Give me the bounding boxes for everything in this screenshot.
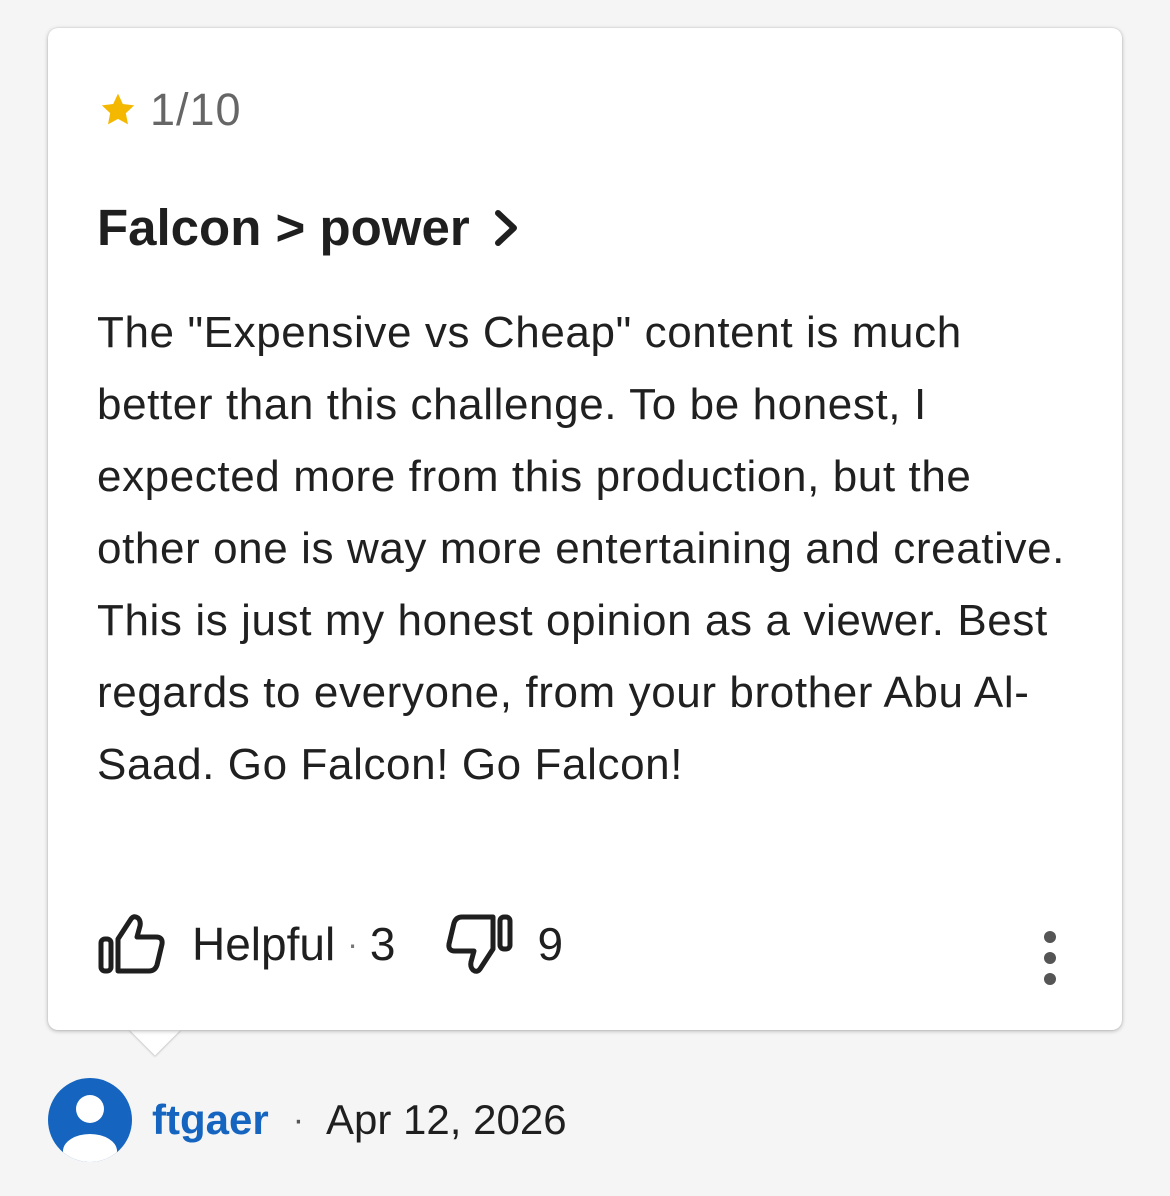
- not-helpful-count: 9: [537, 918, 564, 970]
- not-helpful-button[interactable]: 9: [445, 913, 563, 975]
- meta-separator: ·: [292, 1101, 305, 1139]
- rating: 1/10: [98, 86, 242, 134]
- author-username[interactable]: ftgaer: [152, 1078, 269, 1162]
- review-actions: Helpful · 3 9: [98, 914, 563, 974]
- more-vert-icon: [1044, 931, 1056, 985]
- review-title-link[interactable]: Falcon > power: [97, 198, 522, 258]
- thumbs-up-icon[interactable]: [98, 913, 166, 975]
- review-date: Apr 12, 2026: [326, 1096, 567, 1143]
- rating-value: 1/10: [150, 84, 242, 135]
- star-icon: [101, 93, 135, 125]
- review-title: Falcon > power: [97, 199, 470, 256]
- chevron-right-icon: [494, 210, 517, 246]
- helpful-count: 3: [369, 918, 396, 970]
- review-card: 1/10 Falcon > power The "Expensive vs Ch…: [48, 28, 1122, 1030]
- review-body: The "Expensive vs Cheap" content is much…: [97, 308, 1065, 789]
- helpful-label: Helpful: [192, 918, 336, 970]
- avatar-person-icon[interactable]: [48, 1078, 132, 1162]
- thumbs-down-icon[interactable]: [445, 913, 513, 975]
- more-options-button[interactable]: [1032, 928, 1068, 988]
- review-author: ftgaer · Apr 12, 2026: [48, 1078, 567, 1162]
- separator-dot: ·: [347, 926, 358, 962]
